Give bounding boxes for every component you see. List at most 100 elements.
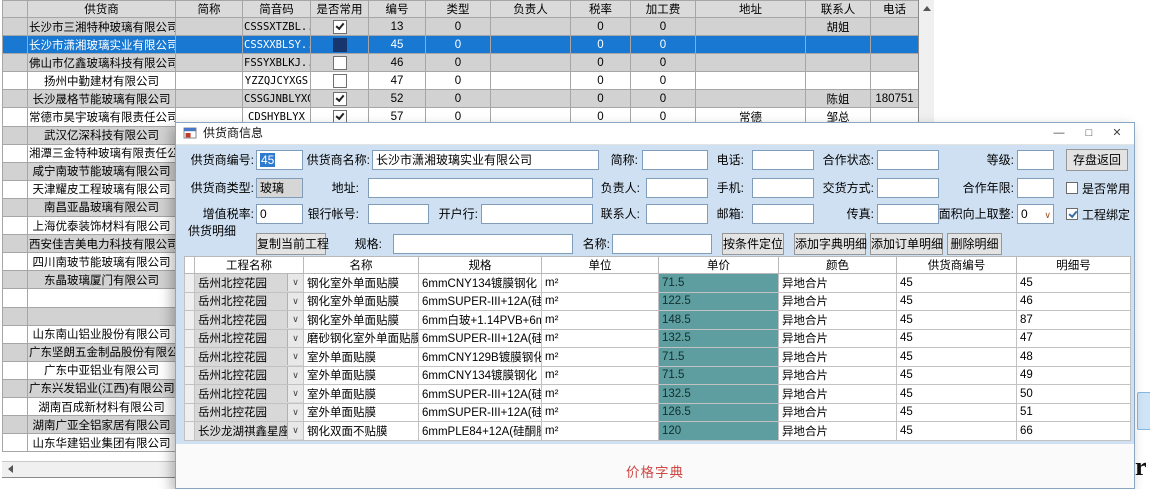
grid-cell: m²: [542, 348, 659, 367]
project-combo-cell[interactable]: 岳州北控花园: [195, 292, 304, 311]
chevron-down-icon[interactable]: [287, 367, 303, 384]
grid-cell: [696, 18, 806, 36]
manager-label: 负责人:: [578, 178, 640, 198]
project-name: 岳州北控花园: [195, 275, 287, 291]
row-header-cell: [3, 271, 28, 289]
area-roundup-select[interactable]: 0: [1017, 204, 1054, 224]
mobile-input[interactable]: [752, 178, 814, 198]
common-flag-checkbox[interactable]: [333, 92, 347, 106]
detail-row[interactable]: 岳州北控花园室外单面贴膜6mmSUPER-III+12A(硅...m²126.5…: [185, 403, 1131, 422]
window-scrollbar-thumb[interactable]: [1137, 392, 1150, 430]
short-name-input[interactable]: [642, 150, 708, 170]
detail-row[interactable]: 岳州北控花园钢化室外单面贴膜6mmSUPER-III+12A(硅...m²122…: [185, 292, 1131, 311]
row-header-cell: [185, 311, 195, 330]
grade-input[interactable]: [1017, 150, 1054, 170]
grid-cell: [871, 36, 919, 54]
supplier-row[interactable]: 扬州中勤建材有限公司YZZQJCYXGS47000: [3, 72, 919, 90]
supplier-no-input[interactable]: 45: [256, 150, 303, 170]
detail-row[interactable]: 长沙龙湖祺鑫星座钢化双面不贴膜6mmPLE84+12A(硅酮胶...m²120异…: [185, 422, 1131, 441]
chevron-down-icon[interactable]: [287, 330, 303, 347]
detail-row[interactable]: 岳州北控花园钢化室外单面贴膜6mm白玻+1.14PVB+6mm...m²148.…: [185, 311, 1131, 330]
common-flag-checkbox[interactable]: [333, 56, 347, 70]
grid-cell: 常德市昊宇玻璃有限责任公司: [28, 108, 176, 126]
detail-row[interactable]: 岳州北控花园磨砂钢化室外单面贴膜6mmSUPER-III+12A(硅...m²1…: [185, 329, 1131, 348]
common-flag-checkbox[interactable]: [333, 38, 347, 52]
copy-project-button[interactable]: 复制当前工程: [256, 233, 326, 255]
address-label: 地址:: [295, 178, 359, 198]
project-combo-cell[interactable]: 岳州北控花园: [195, 311, 304, 330]
project-combo-cell[interactable]: 岳州北控花园: [195, 348, 304, 367]
detail-row[interactable]: 岳州北控花园室外单面贴膜6mmCNY129B镀膜钢化m²71.5异地合片4548: [185, 348, 1131, 367]
grid-cell: 钢化双面不贴膜: [304, 422, 419, 441]
chevron-down-icon[interactable]: [287, 274, 303, 291]
grid-cell: 0: [571, 72, 631, 90]
chevron-down-icon[interactable]: [287, 422, 303, 439]
project-combo-cell[interactable]: 岳州北控花园: [195, 385, 304, 404]
grid-cell: 49: [1017, 366, 1131, 385]
save-return-button[interactable]: 存盘返回: [1066, 149, 1128, 171]
coop-status-input[interactable]: [877, 150, 939, 170]
chevron-down-icon[interactable]: [287, 385, 303, 402]
supplier-row[interactable]: 长沙市三湘特种玻璃有限公司CSSSXTZBL...13000胡姐: [3, 18, 919, 36]
grid-cell: 47: [1017, 329, 1131, 348]
grid-cell: 6mmCNY134镀膜钢化: [419, 366, 542, 385]
address-input[interactable]: [368, 178, 593, 198]
grid-cell: 武汉亿深科技有限公司: [28, 126, 176, 144]
chevron-down-icon[interactable]: [287, 348, 303, 365]
bank-account-input[interactable]: [368, 204, 429, 224]
spec-filter-input[interactable]: [393, 234, 573, 254]
chevron-down-icon[interactable]: [287, 404, 303, 421]
coop-years-input[interactable]: [1017, 178, 1054, 198]
maximize-button[interactable]: □: [1074, 123, 1104, 144]
phone-input[interactable]: [752, 150, 814, 170]
checkbox-box: [1066, 182, 1078, 194]
delete-detail-button[interactable]: 删除明细: [947, 233, 1002, 255]
common-flag-checkbox[interactable]: [333, 74, 347, 88]
project-combo-cell[interactable]: 岳州北控花园: [195, 403, 304, 422]
detail-row[interactable]: 岳州北控花园室外单面贴膜6mmCNY134镀膜钢化m²71.5异地合片4549: [185, 366, 1131, 385]
grid-cell: 0: [571, 90, 631, 108]
chevron-down-icon[interactable]: [287, 293, 303, 310]
column-header: 单位: [542, 257, 659, 274]
scroll-left-icon[interactable]: [8, 465, 13, 473]
supplier-row[interactable]: 佛山市亿鑫玻璃科技有限公司FSSYXBLKJ...46000: [3, 54, 919, 72]
project-combo-cell[interactable]: 岳州北控花园: [195, 274, 304, 293]
project-combo-cell[interactable]: 岳州北控花园: [195, 329, 304, 348]
project-combo-cell[interactable]: 岳州北控花园: [195, 366, 304, 385]
grid-cell: 45: [897, 422, 1017, 441]
grid-cell: 钢化室外单面贴膜: [304, 292, 419, 311]
grid-cell: 120: [659, 422, 779, 441]
grid-cell: [696, 54, 806, 72]
is-common-checkbox[interactable]: 是否常用: [1066, 179, 1130, 197]
chevron-down-icon[interactable]: [287, 311, 303, 328]
supplier-name-input[interactable]: 长沙市潇湘玻璃实业有限公司: [372, 150, 599, 170]
column-header: 颜色: [779, 257, 897, 274]
minimize-button[interactable]: —: [1044, 123, 1074, 144]
add-order-detail-button[interactable]: 添加订单明细: [870, 233, 943, 255]
grid-cell: 异地合片: [779, 403, 897, 422]
project-binding-checkbox[interactable]: 工程绑定: [1066, 205, 1130, 223]
dialog-title: 供货商信息: [203, 123, 263, 144]
supplier-row[interactable]: 长沙市潇湘玻璃实业有限公司CSSXXBLSY...45000: [3, 36, 919, 54]
locate-by-condition-button[interactable]: 按条件定位: [722, 233, 784, 255]
bank-branch-input[interactable]: [481, 204, 593, 224]
grid-cell: [491, 72, 571, 90]
contact-input[interactable]: [646, 204, 708, 224]
grid-cell: 6mmCNY129B镀膜钢化: [419, 348, 542, 367]
detail-row[interactable]: 岳州北控花园钢化室外单面贴膜6mmCNY134镀膜钢化m²71.5异地合片454…: [185, 274, 1131, 293]
name-filter-input[interactable]: [612, 234, 712, 254]
email-input[interactable]: [752, 204, 814, 224]
detail-row[interactable]: 岳州北控花园室外单面贴膜6mmSUPER-III+12A(硅...m²132.5…: [185, 385, 1131, 404]
supplier-row[interactable]: 长沙晟格节能玻璃有限公司CSSGJNBLYXGS52000陈姐180751: [3, 90, 919, 108]
grid-cell: 西安佳吉美电力科技有限公司: [28, 235, 176, 253]
close-button[interactable]: ✕: [1102, 123, 1132, 144]
common-flag-checkbox[interactable]: [333, 20, 347, 34]
scroll-up-icon[interactable]: [923, 6, 931, 11]
manager-input[interactable]: [646, 178, 708, 198]
project-combo-cell[interactable]: 长沙龙湖祺鑫星座: [195, 422, 304, 441]
delivery-method-input[interactable]: [877, 178, 939, 198]
add-dict-detail-button[interactable]: 添加字典明细: [794, 233, 866, 255]
grid-cell: 室外单面贴膜: [304, 385, 419, 404]
dialog-titlebar[interactable]: 供货商信息 — □ ✕: [176, 123, 1134, 145]
project-name: 岳州北控花园: [195, 404, 287, 420]
